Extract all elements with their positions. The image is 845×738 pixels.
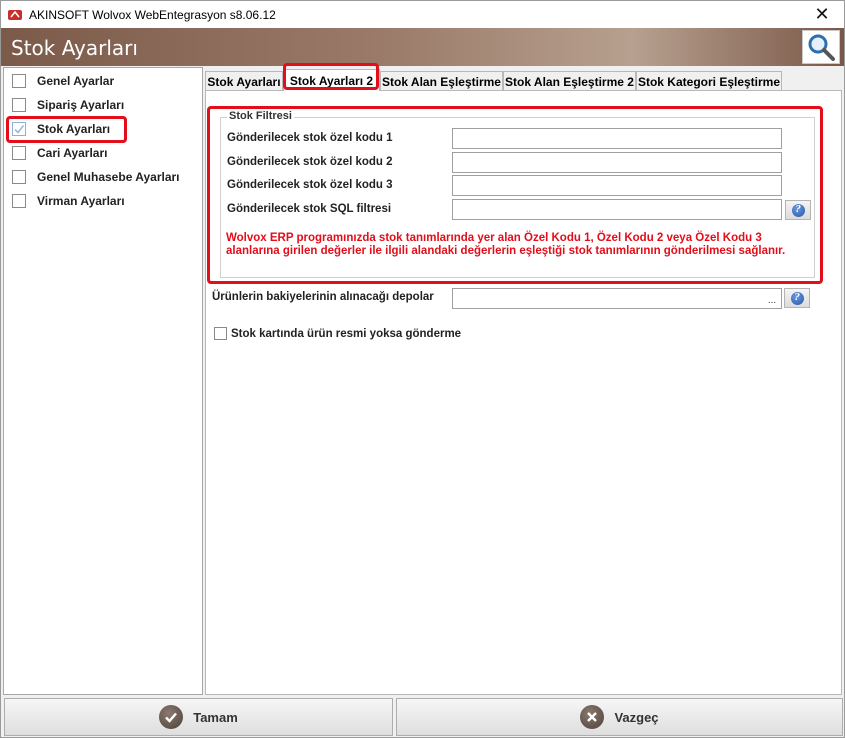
no-image-option[interactable]: Stok kartında ürün resmi yoksa gönderme xyxy=(214,327,461,340)
depots-browse-button[interactable]: ... xyxy=(765,291,779,306)
app-logo-icon xyxy=(8,9,22,20)
checkbox xyxy=(12,98,26,112)
search-icon xyxy=(808,34,835,61)
help-icon: ? xyxy=(790,291,804,305)
checkmark-icon xyxy=(159,705,184,729)
window-title: AKINSOFT Wolvox WebEntegrasyon s8.06.12 xyxy=(29,7,276,22)
depots-label: Ürünlerin bakiyelerinin alınacağı depola… xyxy=(212,291,434,303)
tab-label: Stok Ayarları xyxy=(207,74,281,89)
checkbox xyxy=(12,74,26,88)
tab-label: Stok Kategori Eşleştirme xyxy=(637,74,781,89)
ok-button-label: Tamam xyxy=(193,709,238,725)
no-image-checkbox[interactable] xyxy=(214,327,227,340)
title-bar: AKINSOFT Wolvox WebEntegrasyon s8.06.12 … xyxy=(1,1,844,28)
depots-help-button[interactable]: ? xyxy=(784,288,810,308)
tab-label: Stok Alan Eşleştirme xyxy=(382,74,501,89)
checkbox xyxy=(12,146,26,160)
cancel-button-label: Vazgeç xyxy=(614,709,659,725)
tab-stok-kategori-eslestirme[interactable]: Stok Kategori Eşleştirme xyxy=(636,71,782,91)
cancel-button[interactable]: Vazgeç xyxy=(396,698,843,736)
sidebar-item-cari-ayarlari[interactable]: Cari Ayarları xyxy=(12,143,107,163)
sidebar-item-virman-ayarlari[interactable]: Virman Ayarları xyxy=(12,191,125,211)
sidebar-item-genel-ayarlar[interactable]: Genel Ayarlar xyxy=(12,71,114,91)
checkbox xyxy=(12,170,26,184)
sidebar-item-genel-muhasebe-ayarlari[interactable]: Genel Muhasebe Ayarları xyxy=(12,167,180,187)
close-button[interactable]: ✕ xyxy=(808,4,836,24)
highlight-tab-stok-ayarlari-2 xyxy=(283,63,379,90)
settings-sidebar: Genel Ayarlar Sipariş Ayarları Stok Ayar… xyxy=(3,67,203,695)
close-icon: ✕ xyxy=(814,3,830,24)
sidebar-item-label: Genel Ayarlar xyxy=(37,74,115,88)
page-title: Stok Ayarları xyxy=(11,36,138,60)
sidebar-item-label: Sipariş Ayarları xyxy=(37,98,125,112)
tab-label: Stok Alan Eşleştirme 2 xyxy=(505,74,634,89)
checkbox xyxy=(12,194,26,208)
cancel-x-icon xyxy=(580,705,605,729)
sidebar-item-label: Cari Ayarları xyxy=(37,146,108,160)
tab-stok-alan-eslestirme[interactable]: Stok Alan Eşleştirme xyxy=(380,71,503,91)
app-window: AKINSOFT Wolvox WebEntegrasyon s8.06.12 … xyxy=(0,0,845,738)
depots-input[interactable]: ... xyxy=(452,288,782,309)
header-banner: Stok Ayarları xyxy=(1,28,844,66)
no-image-label: Stok kartında ürün resmi yoksa gönderme xyxy=(231,327,462,340)
sidebar-item-siparis-ayarlari[interactable]: Sipariş Ayarları xyxy=(12,95,124,115)
ok-button[interactable]: Tamam xyxy=(4,698,393,736)
highlight-stock-filter xyxy=(207,106,823,284)
search-button[interactable] xyxy=(802,30,840,64)
tab-stok-alan-eslestirme-2[interactable]: Stok Alan Eşleştirme 2 xyxy=(503,71,636,91)
sidebar-item-label: Genel Muhasebe Ayarları xyxy=(37,170,180,184)
sidebar-item-label: Virman Ayarları xyxy=(37,194,125,208)
tab-stok-ayarlari[interactable]: Stok Ayarları xyxy=(205,71,283,91)
highlight-stok-ayarlari xyxy=(6,116,127,143)
